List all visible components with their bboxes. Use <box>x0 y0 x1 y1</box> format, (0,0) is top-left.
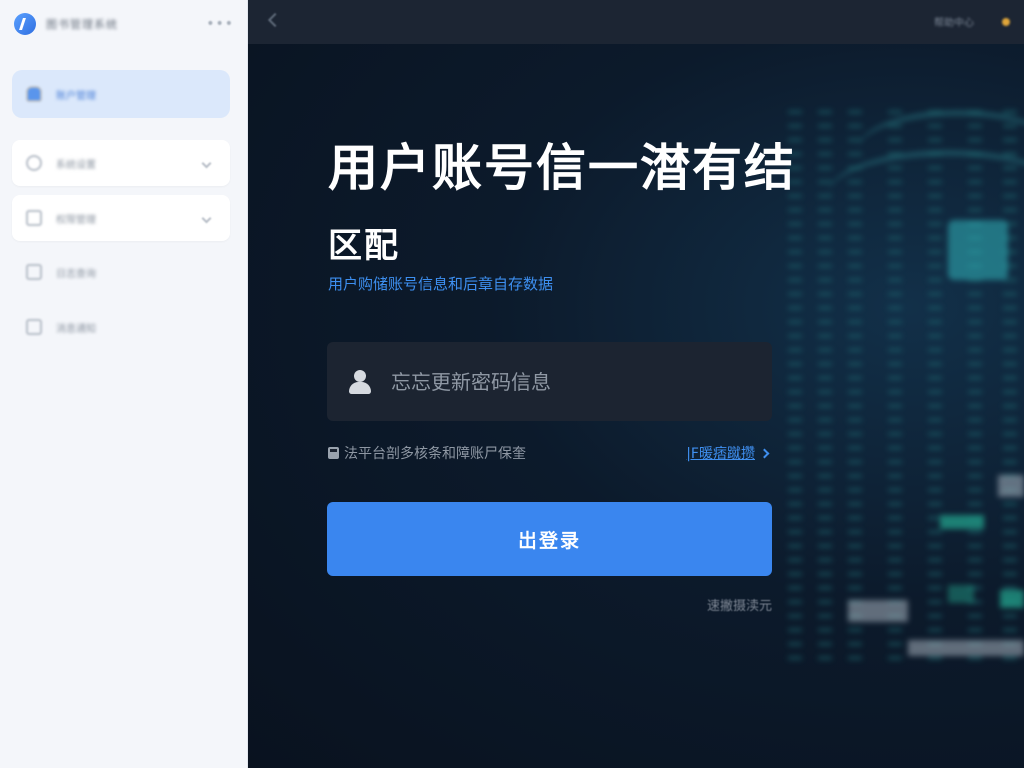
viz-column <box>818 110 832 670</box>
top-bar: 帮助中心 <box>248 0 1024 44</box>
login-button[interactable]: 岀登录 <box>327 502 772 576</box>
account-input[interactable] <box>391 369 752 394</box>
account-input-box[interactable] <box>327 342 772 421</box>
app-name: 图书管理系统 <box>46 18 118 31</box>
chevron-down-icon <box>201 213 212 223</box>
viz-block <box>998 475 1024 497</box>
document-icon <box>26 210 42 226</box>
user-icon <box>347 369 373 395</box>
app-logo <box>14 13 36 35</box>
status-dot-icon <box>1002 18 1010 26</box>
sidebar: 图书管理系统 ••• 账户管理 系统设置 权限管理 日志查询 消息通知 <box>0 0 248 768</box>
sidebar-header: 图书管理系统 ••• <box>0 0 248 48</box>
hint-row: 法平台剖多核条和障账尸保奎 |F暖痞蹴攒 <box>328 443 772 463</box>
viz-block <box>1000 590 1024 608</box>
more-icon[interactable]: ••• <box>206 16 234 32</box>
chevron-right-icon[interactable] <box>759 448 770 458</box>
sidebar-item-logs[interactable]: 日志查询 <box>12 252 230 292</box>
viz-block <box>948 585 974 603</box>
footer-link[interactable]: 速撇摄渎元 <box>652 595 772 614</box>
page-title: 用户账号信一澘有结 <box>328 139 796 197</box>
viz-column <box>1003 110 1017 670</box>
security-hint: 法平台剖多核条和障账尸保奎 <box>344 446 526 462</box>
viz-block <box>908 640 1024 656</box>
viz-cube <box>948 220 1008 280</box>
viz-block <box>848 600 908 622</box>
lock-icon <box>328 447 339 459</box>
viz-block <box>940 515 984 529</box>
login-panel: 帮助中心 用户账号信一澘有结 区配 用户购储账号信息和后章自存数据 法平台剖多核… <box>248 0 1024 768</box>
viz-column <box>888 110 902 670</box>
sidebar-item-label: 账户管理 <box>56 90 96 102</box>
viz-column <box>928 110 942 670</box>
help-link-inline[interactable]: |F暖痞蹴攒 <box>686 443 755 463</box>
sidebar-item-label: 权限管理 <box>56 214 96 226</box>
back-arrow-icon[interactable] <box>267 12 283 28</box>
chevron-down-icon <box>201 158 212 168</box>
chat-icon <box>26 155 42 171</box>
cloud-icon <box>26 86 42 102</box>
server-visualization <box>768 50 1024 750</box>
page-subtitle: 用户购储账号信息和后章自存数据 <box>328 275 554 293</box>
sidebar-item-account[interactable]: 账户管理 <box>12 70 230 118</box>
page-title-line2: 区配 <box>328 226 400 266</box>
viz-column <box>848 110 862 670</box>
folder-icon <box>26 319 42 335</box>
list-icon <box>26 264 42 280</box>
help-link[interactable]: 帮助中心 <box>934 14 974 29</box>
sidebar-item-notifications[interactable]: 消息通知 <box>12 307 230 347</box>
sidebar-item-label: 日志查询 <box>56 268 96 280</box>
sidebar-item-settings[interactable]: 系统设置 <box>12 140 230 186</box>
sidebar-item-label: 系统设置 <box>56 159 96 171</box>
sidebar-item-label: 消息通知 <box>56 323 96 335</box>
sidebar-item-permissions[interactable]: 权限管理 <box>12 195 230 241</box>
